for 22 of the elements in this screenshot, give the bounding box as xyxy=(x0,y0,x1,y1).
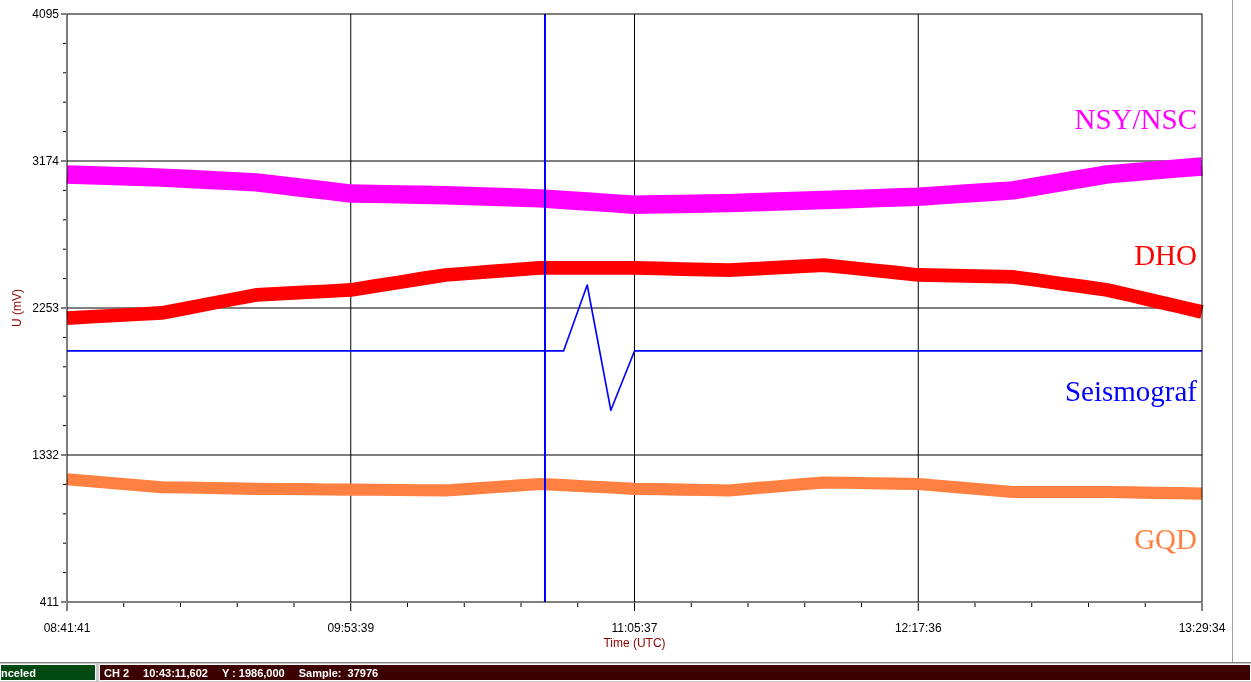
sample-count: Sample: 37976 xyxy=(298,666,379,679)
cursor-time: 10:43:11,602 xyxy=(143,666,208,679)
y-tick-label: 2253 xyxy=(32,301,59,315)
y-axis-title: U (mV) xyxy=(10,289,24,327)
y-tick-label: 3174 xyxy=(32,154,59,168)
x-tick-label: 08:41:41 xyxy=(43,621,91,635)
channel-label: CH 2 xyxy=(104,666,130,679)
trace-label: GQD xyxy=(1134,522,1197,555)
x-tick-label: 11:05:37 xyxy=(611,621,658,635)
trace-label: Seismograf xyxy=(1064,374,1197,407)
x-tick-label: 13:29:34 xyxy=(1178,621,1226,635)
x-tick-label: 12:17:36 xyxy=(894,621,942,635)
cursor-line[interactable] xyxy=(544,13,546,603)
trace-label: DHO xyxy=(1134,239,1197,271)
cursor-value: Y : 1986,000 xyxy=(221,666,285,679)
status-text: nceled xyxy=(1,666,36,679)
x-axis-title: Time (UTC) xyxy=(603,636,666,650)
y-tick-label: 1332 xyxy=(32,448,59,462)
trace-label: NSY/NSC xyxy=(1074,103,1197,136)
x-tick-label: 09:53:39 xyxy=(327,621,375,635)
y-tick-label: 4095 xyxy=(32,7,59,21)
y-tick-label: 411 xyxy=(39,595,59,609)
